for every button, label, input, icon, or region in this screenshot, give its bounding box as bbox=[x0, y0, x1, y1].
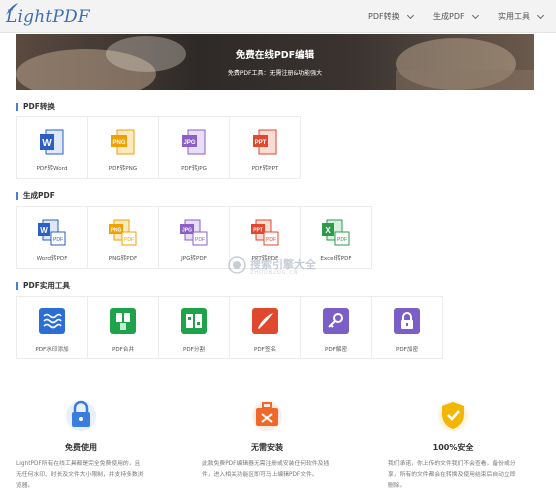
merge-icon bbox=[110, 308, 136, 334]
svg-text:PNG: PNG bbox=[111, 228, 122, 234]
section-title-create-pdf: 生成PDF bbox=[16, 192, 55, 200]
unlock-icon bbox=[323, 308, 349, 334]
jpg-icon: JPG bbox=[182, 129, 206, 155]
tool-label: PDF合并 bbox=[111, 347, 135, 353]
tool-jpg-to-pdf[interactable]: JPG PDF JPG转PDF bbox=[158, 206, 230, 269]
tool-merge[interactable]: PDF合并 bbox=[87, 296, 159, 359]
svg-text:PDF: PDF bbox=[195, 237, 205, 243]
watermark-subtext: ZHOUBLOG.CN bbox=[250, 270, 299, 276]
svg-text:JPG: JPG bbox=[183, 140, 195, 146]
svg-text:W: W bbox=[40, 226, 48, 235]
feature-title: 无需安装 bbox=[251, 443, 283, 452]
ppt-icon: PPT bbox=[253, 129, 277, 155]
tool-grid-tools: PDF水印添加 PDF合并 PDF分割 PDF签名 PDF解密 PDF加密 bbox=[16, 296, 443, 359]
tool-word-to-pdf[interactable]: W PDF Word转PDF bbox=[16, 206, 88, 269]
toolbox-icon bbox=[252, 401, 282, 431]
signature-icon bbox=[252, 308, 278, 334]
tool-label: PDF水印添加 bbox=[35, 347, 69, 353]
tool-watermark[interactable]: PDF水印添加 bbox=[16, 296, 88, 359]
watermark-logo-icon bbox=[228, 256, 246, 274]
ppt-to-pdf-icon: PPT PDF bbox=[251, 219, 279, 246]
excel-to-pdf-icon: X PDF bbox=[322, 219, 350, 246]
tool-png-to-pdf[interactable]: PNG PDF PNG转PDF bbox=[87, 206, 159, 269]
svg-text:PPT: PPT bbox=[255, 140, 267, 146]
svg-text:PDF: PDF bbox=[266, 237, 276, 243]
tool-unlock[interactable]: PDF解密 bbox=[300, 296, 372, 359]
feature-description: 我们承诺，你上传的文件我们不会查看，备份或分享，所有的文件都会在转换及使用结束后… bbox=[388, 461, 516, 489]
top-navigation-bar: LightPDF PDF转换 生成PDF 实用工具 bbox=[0, 0, 556, 33]
svg-text:W: W bbox=[42, 138, 52, 149]
hero-background-image bbox=[16, 34, 534, 90]
svg-text:PDF: PDF bbox=[53, 237, 63, 243]
word-to-pdf-icon: W PDF bbox=[38, 219, 66, 246]
svg-text:JPG: JPG bbox=[182, 228, 192, 234]
section-title-pdf-convert: PDF转换 bbox=[16, 103, 55, 111]
hero-banner: 免费在线PDF编辑 免费PDF工具：无需注册&功能强大 bbox=[16, 34, 534, 90]
svg-text:PDF: PDF bbox=[124, 237, 134, 243]
tool-split[interactable]: PDF分割 bbox=[158, 296, 230, 359]
nav-item-create-pdf[interactable]: 生成PDF bbox=[433, 0, 479, 33]
tool-label: PNG转PDF bbox=[108, 256, 138, 262]
tool-label: PDF分割 bbox=[182, 347, 206, 353]
tool-pdf-to-word[interactable]: W PDF转Word bbox=[16, 116, 88, 179]
hero-title: 免费在线PDF编辑 bbox=[235, 50, 315, 61]
tool-label: PDF转PNG bbox=[108, 166, 138, 172]
tool-label: PDF加密 bbox=[395, 347, 419, 353]
tool-grid-pdf-convert: W PDF转Word PNG PDF转PNG JPG PDF转JPG PPT P… bbox=[16, 116, 301, 179]
watermark-icon bbox=[39, 308, 65, 334]
tool-label: Word转PDF bbox=[36, 256, 68, 262]
nav-item-label: 实用工具 bbox=[498, 12, 530, 21]
chevron-down-icon bbox=[406, 11, 414, 19]
tool-pdf-to-jpg[interactable]: JPG PDF转JPG bbox=[158, 116, 230, 179]
tool-grid-create-pdf: W PDF Word转PDF PNG PDF PNG转PDF JPG PDF J… bbox=[16, 206, 372, 269]
svg-text:PDF: PDF bbox=[337, 237, 347, 243]
png-to-pdf-icon: PNG PDF bbox=[109, 219, 137, 246]
tool-label: PDF转PPT bbox=[251, 166, 279, 172]
feature-title: 100%安全 bbox=[432, 443, 474, 452]
logo-feather-icon bbox=[6, 3, 18, 15]
lock-icon bbox=[394, 308, 420, 334]
tool-label: PDF转Word bbox=[36, 166, 68, 172]
png-icon: PNG bbox=[111, 129, 135, 155]
tool-label: PDF解密 bbox=[324, 347, 348, 353]
nav-item-tools[interactable]: 实用工具 bbox=[498, 0, 545, 33]
tool-label: PDF签名 bbox=[253, 347, 277, 353]
chevron-down-icon bbox=[471, 11, 479, 19]
jpg-to-pdf-icon: JPG PDF bbox=[180, 219, 208, 246]
nav-item-label: 生成PDF bbox=[433, 12, 465, 21]
nav-item-label: PDF转换 bbox=[368, 12, 400, 21]
padlock-icon bbox=[66, 400, 96, 431]
svg-text:PPT: PPT bbox=[253, 228, 263, 234]
shield-icon bbox=[438, 401, 468, 431]
tool-lock[interactable]: PDF加密 bbox=[371, 296, 443, 359]
feature-description: 此款免费PDF编辑器无需注册或安装任何软件及插件，进入相关功能区即可马上编辑PD… bbox=[202, 461, 330, 478]
tool-signature[interactable]: PDF签名 bbox=[229, 296, 301, 359]
tool-pdf-to-ppt[interactable]: PPT PDF转PPT bbox=[229, 116, 301, 179]
tool-label: JPG转PDF bbox=[181, 256, 207, 262]
hero-subtitle: 免费PDF工具：无需注册&功能强大 bbox=[227, 70, 323, 77]
section-title-tools: PDF实用工具 bbox=[16, 282, 70, 290]
nav-item-pdf-convert[interactable]: PDF转换 bbox=[368, 0, 414, 33]
svg-text:X: X bbox=[325, 226, 331, 235]
chevron-down-icon bbox=[536, 11, 545, 19]
feature-description: LightPDF所有在线工具都是完全免费使用的，且无任何水印、时长及文件大小限制… bbox=[16, 461, 144, 489]
tool-pdf-to-png[interactable]: PNG PDF转PNG bbox=[87, 116, 159, 179]
svg-text:PNG: PNG bbox=[112, 140, 125, 146]
logo[interactable]: LightPDF bbox=[6, 3, 90, 30]
tool-label: PDF转JPG bbox=[181, 166, 207, 172]
word-icon: W bbox=[40, 129, 64, 155]
feature-title: 免费使用 bbox=[65, 443, 97, 452]
split-icon bbox=[181, 308, 207, 334]
